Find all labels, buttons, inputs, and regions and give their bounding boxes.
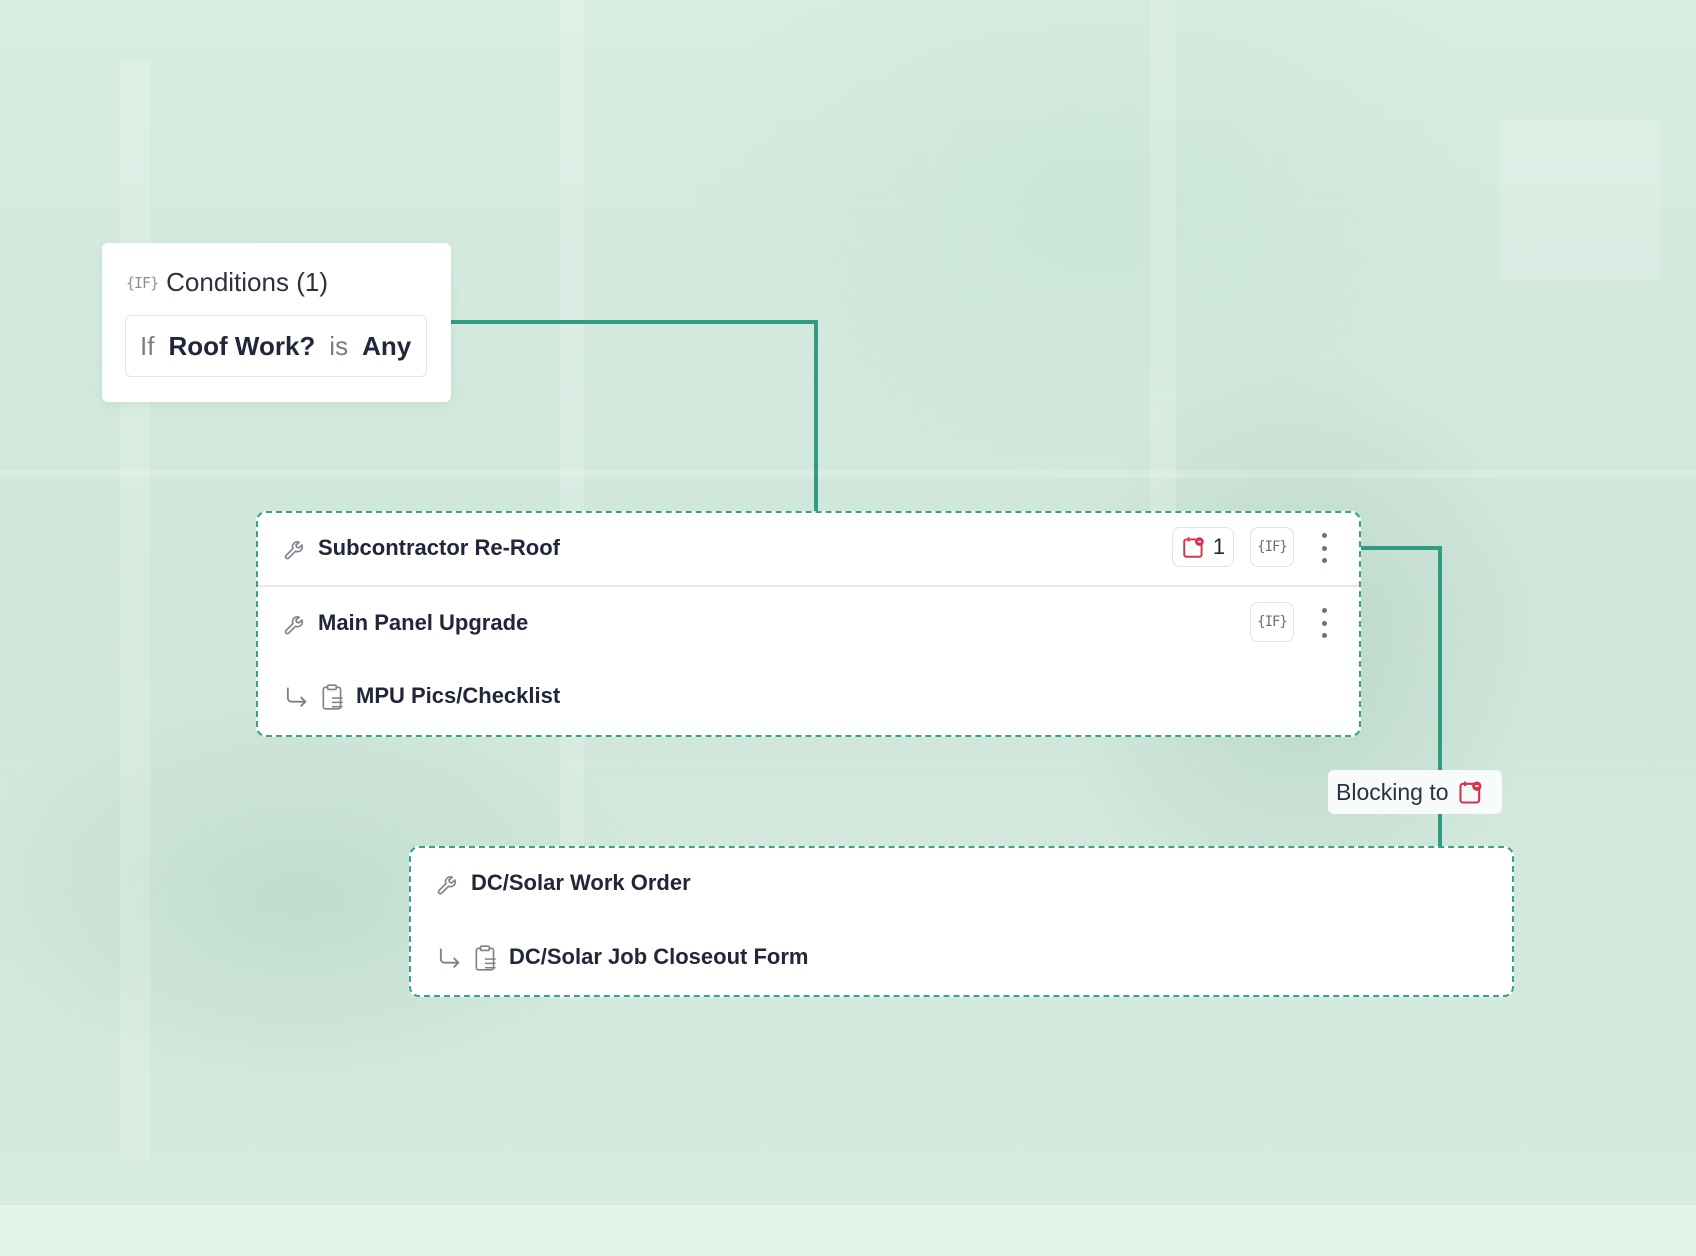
blocking-count-badge[interactable]: 1 — [1172, 527, 1234, 567]
more-options-icon[interactable] — [1319, 608, 1329, 638]
subtask-title: MPU Pics/Checklist — [356, 683, 561, 708]
task-row-dc-solar-work-order[interactable]: DC/Solar Work Order — [411, 848, 1512, 922]
condition-if-icon: {IF} — [1257, 539, 1288, 555]
blocking-calendar-icon — [1183, 537, 1204, 558]
conditions-card[interactable]: {IF} Conditions (1) If Roof Work? is Any — [102, 243, 451, 402]
condition-rule[interactable]: If Roof Work? is Any — [125, 315, 427, 377]
conditions-button[interactable]: {IF} — [1250, 602, 1294, 642]
more-options-icon[interactable] — [1319, 533, 1329, 563]
subtask-title: DC/Solar Job Closeout Form — [509, 944, 809, 969]
task-title: Main Panel Upgrade — [318, 610, 529, 635]
subtask-row-mpu-pics-checklist[interactable]: MPU Pics/Checklist — [258, 661, 1359, 735]
blocking-to-label: Blocking to — [1328, 770, 1502, 814]
subtask-row-dc-solar-closeout-form[interactable]: DC/Solar Job Closeout Form — [411, 922, 1512, 996]
task-title: Subcontractor Re-Roof — [318, 535, 560, 560]
clipboard-icon — [322, 684, 343, 710]
blocking-calendar-icon — [1458, 781, 1482, 804]
child-arrow-icon — [286, 687, 307, 707]
conditions-header: {IF} Conditions (1) — [126, 267, 328, 298]
blocking-count: 1 — [1212, 534, 1226, 559]
rule-field: Roof Work? — [168, 330, 316, 361]
blocking-label-text: Blocking to — [1336, 778, 1449, 805]
wrench-icon — [437, 876, 457, 895]
bottom-strip — [0, 1205, 1696, 1256]
task-title: DC/Solar Work Order — [471, 870, 691, 895]
task-group-1: Subcontractor Re-Roof 1 {IF} Main Panel … — [256, 511, 1361, 737]
wrench-icon — [284, 541, 304, 560]
clipboard-icon — [475, 945, 496, 971]
task-row-subcontractor-re-roof[interactable]: Subcontractor Re-Roof 1 {IF} — [258, 513, 1359, 585]
wrench-icon — [284, 616, 304, 635]
rule-value: Any — [362, 330, 412, 361]
task-group-2: DC/Solar Work Order DC/Solar Job Closeou… — [409, 846, 1514, 997]
rule-if-word: If — [140, 330, 155, 361]
condition-if-icon: {IF} — [126, 273, 159, 292]
task-row-main-panel-upgrade[interactable]: Main Panel Upgrade {IF} — [258, 587, 1359, 661]
child-arrow-icon — [439, 948, 460, 968]
conditions-button[interactable]: {IF} — [1250, 527, 1294, 567]
conditions-title: Conditions (1) — [166, 267, 328, 297]
rule-operator: is — [329, 330, 349, 361]
condition-if-icon: {IF} — [1257, 614, 1288, 630]
